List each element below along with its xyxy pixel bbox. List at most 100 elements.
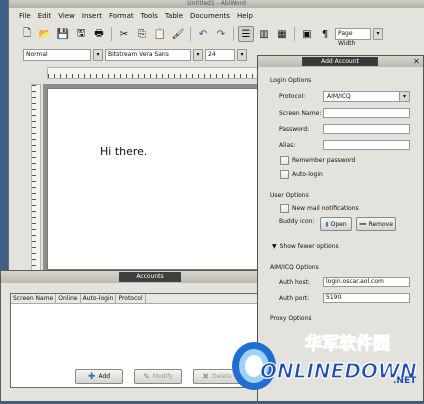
modify-account-button[interactable]: ✎ Modify	[134, 369, 182, 384]
onlinedown-watermark-logo: 华军软件园 ONLINEDOWN .NET	[230, 324, 424, 402]
screen-name-label: Screen Name:	[279, 110, 322, 117]
show-fewer-label: Show fewer options	[279, 243, 339, 250]
delete-icon: ✖	[202, 372, 209, 381]
plus-icon: ✚	[87, 371, 96, 382]
alias-label: Alias:	[279, 142, 296, 149]
triangle-down-icon: ▼	[272, 243, 277, 250]
open-label: Open	[330, 220, 347, 228]
save-icon[interactable]: 💾	[55, 26, 71, 42]
document-text[interactable]: Hi there.	[100, 145, 147, 158]
protocol-label: Protocol:	[279, 93, 306, 100]
zoom-select[interactable]: Page Width	[335, 28, 371, 47]
modify-label: Modify	[152, 373, 173, 380]
remove-button[interactable]: ➖ Remove	[356, 217, 396, 231]
column-online[interactable]: Online	[56, 294, 81, 303]
aim-options-heading: AIM/ICQ Options	[270, 264, 319, 271]
align-left-icon[interactable]: ☰	[238, 26, 254, 42]
format-painter-icon[interactable]: 🖌	[170, 26, 186, 42]
menu-edit[interactable]: Edit	[38, 12, 52, 20]
remove-label: Remove	[368, 220, 393, 228]
ruler-ticks	[32, 85, 36, 273]
chevron-down-icon[interactable]: ▾	[373, 28, 383, 40]
open-folder-icon[interactable]: 📂	[37, 26, 53, 42]
standard-toolbar: 🗋 📂 💾 🖫 🖶 ✂ ⎘ 📋 🖌 ↶ ↷ ☰ ▥ ▦ ▣ ¶ Page Wid…	[19, 25, 424, 47]
dialog-titlebar: Add Account ✕	[258, 56, 423, 67]
add-label: Add	[98, 373, 111, 380]
close-icon[interactable]: ✕	[411, 56, 422, 67]
menu-view[interactable]: View	[58, 12, 75, 20]
open-button[interactable]: ▮ Open	[320, 217, 352, 231]
font-select[interactable]: Bitstream Vera Sans	[105, 49, 191, 61]
buddy-icon-label: Buddy icon:	[279, 218, 315, 225]
copy-icon[interactable]: ⎘	[134, 26, 150, 42]
dialog-title: Add Account	[302, 57, 378, 66]
chevron-down-icon[interactable]: ▾	[237, 49, 247, 61]
ruler-ticks	[48, 74, 276, 78]
alias-input[interactable]	[323, 140, 410, 150]
screen-name-input[interactable]	[323, 108, 410, 118]
font-size-select[interactable]: 24	[205, 49, 235, 61]
chevron-down-icon: ▾	[399, 92, 409, 101]
menu-documents[interactable]: Documents	[190, 12, 230, 20]
paragraph-icon[interactable]: ¶	[317, 26, 333, 42]
remove-icon: ➖	[359, 220, 367, 228]
horizontal-ruler[interactable]	[47, 67, 277, 79]
new-mail-checkbox[interactable]	[280, 204, 289, 213]
column-auto-login[interactable]: Auto-login	[81, 294, 117, 303]
toolbar-separator	[233, 27, 234, 41]
column-protocol[interactable]: Protocol	[116, 294, 146, 303]
toolbar-separator	[190, 27, 191, 41]
document-page[interactable]: Hi there.	[47, 88, 261, 270]
menu-insert[interactable]: Insert	[82, 12, 102, 20]
auto-login-checkbox[interactable]	[280, 170, 289, 179]
auth-port-label: Auth port:	[279, 295, 310, 302]
redo-icon[interactable]: ↷	[213, 26, 229, 42]
auth-host-label: Auth host:	[279, 279, 310, 286]
menu-help[interactable]: Help	[237, 12, 253, 20]
accounts-buttons: ✚ Add ✎ Modify ✖ Delete	[75, 369, 241, 384]
new-mail-option: New mail notifications	[280, 204, 359, 213]
password-input[interactable]	[323, 124, 410, 134]
auth-host-input[interactable]: login.oscar.aol.com	[323, 277, 410, 287]
chevron-down-icon[interactable]: ▾	[193, 49, 203, 61]
toolbar-separator	[294, 27, 295, 41]
menu-format[interactable]: Format	[109, 12, 134, 20]
menu-tools[interactable]: Tools	[141, 12, 158, 20]
document-canvas: Hi there.	[43, 84, 269, 270]
remember-password-checkbox[interactable]	[280, 156, 289, 165]
auto-login-option: Auto-login	[280, 170, 323, 179]
undo-icon[interactable]: ↶	[195, 26, 211, 42]
delete-label: Delete	[211, 373, 232, 380]
image-icon[interactable]: ▣	[299, 26, 315, 42]
remember-password-label: Remember password	[292, 157, 356, 164]
watermark-graphic: 华军软件园 ONLINEDOWN .NET	[232, 333, 418, 390]
open-folder-icon: ▮	[325, 220, 329, 228]
cut-icon[interactable]: ✂	[116, 26, 132, 42]
columns-icon[interactable]: ▥	[256, 26, 272, 42]
table-icon[interactable]: ▦	[274, 26, 290, 42]
watermark-suffix-text: .NET	[393, 376, 417, 386]
menu-table[interactable]: Table	[165, 12, 183, 20]
add-account-button[interactable]: ✚ Add	[75, 369, 123, 384]
remember-password-option: Remember password	[280, 156, 355, 165]
column-screen-name[interactable]: Screen Name	[11, 294, 57, 303]
chevron-down-icon[interactable]: ▾	[93, 49, 103, 61]
protocol-value: AIM/ICQ	[327, 93, 351, 100]
protocol-select[interactable]: AIM/ICQ ▾	[323, 91, 410, 102]
vertical-ruler[interactable]	[31, 84, 41, 274]
new-document-icon[interactable]: 🗋	[19, 26, 35, 42]
style-select[interactable]: Normal	[23, 49, 91, 61]
accounts-table-header: Screen Name Online Auto-login Protocol	[11, 294, 267, 304]
paste-icon[interactable]: 📋	[152, 26, 168, 42]
save-as-icon[interactable]: 🖫	[73, 26, 89, 42]
user-options-heading: User Options	[270, 192, 309, 199]
menu-file[interactable]: File	[19, 12, 31, 20]
print-icon[interactable]: 🖶	[91, 26, 107, 42]
auth-port-input[interactable]: 5190	[323, 293, 410, 303]
login-options-heading: Login Options	[270, 77, 312, 84]
auto-login-label: Auto-login	[292, 171, 323, 178]
show-fewer-options-toggle[interactable]: ▼ Show fewer options	[272, 243, 339, 250]
writer-titlebar: Untitled1 - AbiWord	[9, 0, 424, 8]
password-label: Password:	[279, 126, 310, 133]
accounts-title: Accounts	[119, 272, 181, 282]
